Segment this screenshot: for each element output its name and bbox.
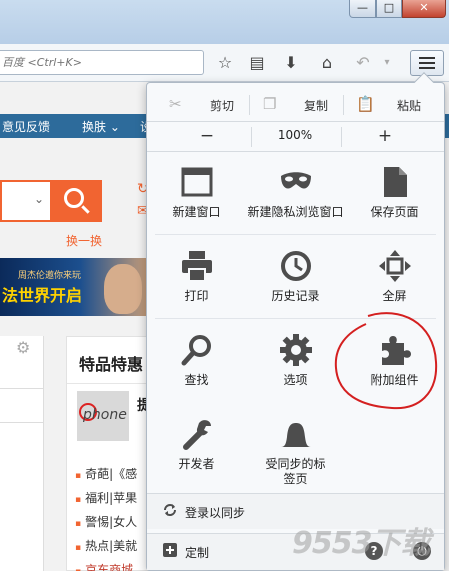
news-item[interactable]: 福利|苹果 bbox=[75, 489, 137, 506]
navigation-toolbar: ☆ ▤ ⬇ ⌂ ↶ ▾ bbox=[0, 44, 449, 82]
paste-icon: 📋 bbox=[356, 95, 375, 113]
open-menu-button[interactable] bbox=[410, 50, 444, 76]
synced-tabs-icon bbox=[279, 417, 313, 451]
close-icon: ✕ bbox=[419, 1, 429, 14]
window-titlebar: — □ ✕ bbox=[0, 0, 449, 44]
divider bbox=[155, 318, 436, 319]
news-item[interactable]: 警惕|女人 bbox=[75, 513, 137, 530]
site-search-field[interactable]: ⌄ bbox=[0, 180, 50, 222]
search-box[interactable] bbox=[0, 50, 204, 75]
banner-title: 法世界开启 bbox=[2, 286, 83, 305]
print-label: 打印 bbox=[184, 289, 209, 303]
undo-icon[interactable]: ↶ bbox=[352, 53, 374, 73]
new-private-window-label: 新建隐私浏览窗口 bbox=[247, 205, 344, 219]
save-page-label: 保存页面 bbox=[370, 205, 419, 219]
private-mask-icon bbox=[279, 165, 313, 199]
magnifier-icon bbox=[64, 188, 84, 208]
addons-button[interactable]: 附加组件 bbox=[345, 333, 444, 415]
paste-label: 粘贴 bbox=[397, 99, 422, 113]
bookmarks-list-icon[interactable]: ▤ bbox=[246, 53, 268, 73]
cut-button[interactable]: ✂ 剪切 bbox=[155, 93, 247, 117]
site-watermark: 9553下载 bbox=[292, 526, 430, 561]
banner-portrait bbox=[104, 264, 142, 314]
divider bbox=[0, 422, 44, 423]
addons-puzzle-icon bbox=[378, 333, 412, 367]
maximize-button[interactable]: □ bbox=[376, 0, 402, 18]
thumb-text: phone bbox=[83, 407, 127, 423]
zoom-controls: − 100% + bbox=[147, 125, 444, 147]
minimize-button[interactable]: — bbox=[349, 0, 376, 18]
sign-in-sync-label: 登录以同步 bbox=[185, 506, 246, 520]
bookmark-star-icon[interactable]: ☆ bbox=[214, 53, 236, 73]
site-search-button[interactable] bbox=[50, 180, 102, 222]
synced-tabs-button[interactable]: 受同步的标签页 bbox=[246, 417, 345, 499]
refresh-link[interactable]: 换一换 bbox=[66, 232, 102, 249]
downloads-arrow-icon[interactable]: ⬇ bbox=[280, 53, 302, 73]
print-icon bbox=[180, 249, 214, 283]
maximize-icon: □ bbox=[383, 1, 395, 14]
addons-label: 附加组件 bbox=[370, 373, 419, 387]
developer-label: 开发者 bbox=[178, 457, 215, 471]
find-icon bbox=[180, 333, 214, 367]
divider bbox=[341, 127, 342, 147]
minimize-icon: — bbox=[357, 1, 368, 14]
options-button[interactable]: 选项 bbox=[246, 333, 345, 415]
news-item[interactable]: 热点|美就 bbox=[75, 537, 137, 554]
synced-tabs-label: 受同步的标签页 bbox=[265, 457, 326, 486]
paste-button[interactable]: 📋 粘贴 bbox=[342, 93, 434, 117]
fullscreen-label: 全屏 bbox=[382, 289, 407, 303]
divider bbox=[251, 127, 252, 147]
divider bbox=[147, 151, 444, 152]
magnifier-handle bbox=[81, 205, 90, 214]
divider bbox=[67, 383, 151, 384]
zoom-reset-button[interactable]: 100% bbox=[255, 128, 335, 142]
divider bbox=[147, 121, 444, 122]
find-button[interactable]: 查找 bbox=[147, 333, 246, 415]
hamburger-menu-icon bbox=[419, 57, 435, 69]
find-label: 查找 bbox=[184, 373, 209, 387]
zoom-out-button[interactable]: − bbox=[187, 125, 227, 147]
developer-wrench-icon bbox=[180, 417, 214, 451]
customize-plus-icon[interactable] bbox=[163, 543, 177, 557]
news-thumbnail[interactable]: phone bbox=[77, 391, 129, 441]
close-window-button[interactable]: ✕ bbox=[402, 0, 446, 18]
app-menu-panel: ✂ 剪切 ❐ 复制 📋 粘贴 − 100% + 新建窗口 新建隐私浏览窗口 保存… bbox=[146, 72, 445, 571]
options-label: 选项 bbox=[283, 373, 308, 387]
game-banner[interactable]: 周杰伦邀你来玩 法世界开启 bbox=[0, 258, 146, 316]
new-window-label: 新建窗口 bbox=[172, 205, 221, 219]
news-item[interactable]: 奇葩|《感 bbox=[75, 465, 137, 482]
gear-icon[interactable]: ⚙ bbox=[16, 338, 30, 357]
divider bbox=[155, 234, 436, 235]
card-title: 特品特惠 bbox=[79, 355, 144, 374]
banner-tagline: 周杰伦邀你来玩 bbox=[18, 271, 82, 281]
history-label: 历史记录 bbox=[271, 289, 320, 303]
divider bbox=[0, 388, 44, 389]
news-item[interactable]: 京东商城 bbox=[75, 561, 133, 571]
fullscreen-icon bbox=[378, 249, 412, 283]
home-icon[interactable]: ⌂ bbox=[316, 53, 338, 73]
search-input[interactable] bbox=[0, 51, 190, 73]
history-icon bbox=[279, 249, 313, 283]
cut-label: 剪切 bbox=[210, 99, 235, 113]
zoom-in-button[interactable]: + bbox=[365, 125, 405, 147]
edit-controls: ✂ 剪切 ❐ 复制 📋 粘贴 bbox=[147, 93, 444, 117]
copy-label: 复制 bbox=[304, 99, 329, 113]
copy-icon: ❐ bbox=[263, 95, 277, 113]
site-nav-feedback[interactable]: 意见反馈 bbox=[2, 118, 50, 135]
customize-label[interactable]: 定制 bbox=[185, 544, 209, 561]
options-gear-icon bbox=[279, 333, 313, 367]
site-nav-skin[interactable]: 换肤 ⌄ bbox=[82, 118, 120, 135]
chevron-down-icon[interactable]: ⌄ bbox=[34, 192, 44, 206]
left-column: ⚙ bbox=[0, 336, 44, 571]
deals-card: 特品特惠 phone 提 奇葩|《感 福利|苹果 警惕|女人 热点|美就 京东商… bbox=[66, 336, 151, 571]
copy-button[interactable]: ❐ 复制 bbox=[249, 93, 341, 117]
cut-icon: ✂ bbox=[169, 95, 182, 113]
sync-icon bbox=[163, 503, 177, 517]
developer-button[interactable]: 开发者 bbox=[147, 417, 246, 499]
save-page-icon bbox=[378, 165, 412, 199]
new-window-icon bbox=[180, 165, 214, 199]
undo-dropdown-icon[interactable]: ▾ bbox=[376, 53, 398, 73]
